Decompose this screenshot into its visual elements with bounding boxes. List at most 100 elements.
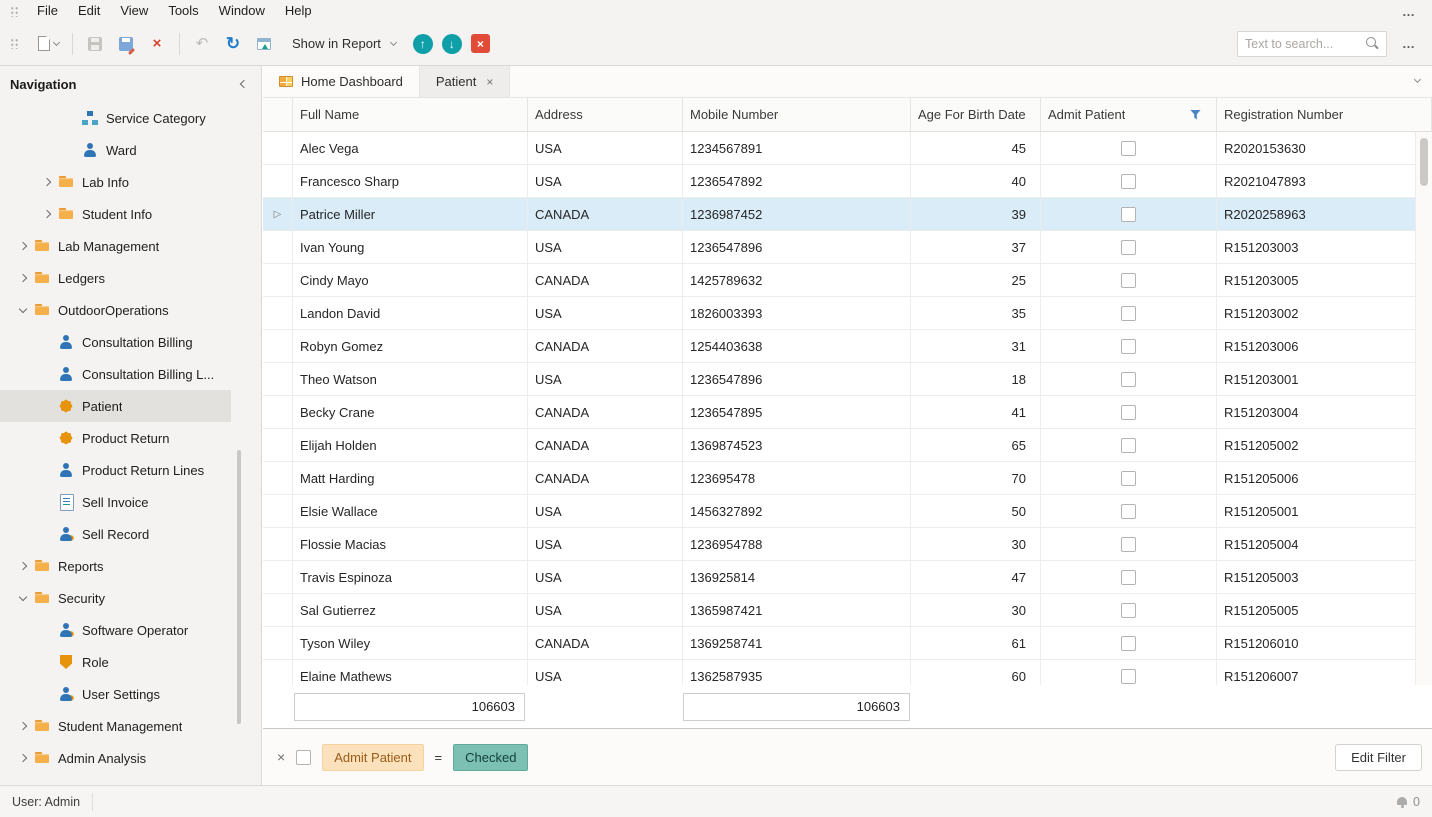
cell-admit-patient[interactable] bbox=[1041, 165, 1217, 197]
cell-age-for-birth-date[interactable]: 25 bbox=[911, 264, 1041, 296]
cell-mobile-number[interactable]: 1425789632 bbox=[683, 264, 911, 296]
cell-address[interactable]: USA bbox=[528, 495, 683, 527]
cell-address[interactable]: CANADA bbox=[528, 198, 683, 230]
sidebar-item-ward[interactable]: Ward bbox=[0, 134, 231, 166]
menu-item-file[interactable]: File bbox=[27, 0, 68, 22]
cell-address[interactable]: CANADA bbox=[528, 429, 683, 461]
cell-address[interactable]: USA bbox=[528, 165, 683, 197]
cell-address[interactable]: USA bbox=[528, 297, 683, 329]
cell-admit-patient[interactable] bbox=[1041, 264, 1217, 296]
table-row[interactable]: Robyn GomezCANADA125440363831R151203006 bbox=[263, 330, 1432, 363]
cell-age-for-birth-date[interactable]: 70 bbox=[911, 462, 1041, 494]
column-header-registration-number[interactable]: Registration Number bbox=[1217, 98, 1432, 131]
cell-mobile-number[interactable]: 136925814 bbox=[683, 561, 911, 593]
cell-age-for-birth-date[interactable]: 47 bbox=[911, 561, 1041, 593]
cell-full-name[interactable]: Elaine Mathews bbox=[293, 660, 528, 685]
search-input[interactable] bbox=[1245, 37, 1361, 51]
filter-value-chip[interactable]: Checked bbox=[453, 744, 528, 771]
cell-admit-patient[interactable] bbox=[1041, 297, 1217, 329]
search-icon[interactable] bbox=[1366, 37, 1379, 50]
admit-patient-checkbox[interactable] bbox=[1121, 669, 1136, 684]
cell-registration-number[interactable]: R151205006 bbox=[1217, 462, 1432, 494]
column-header-mobile-number[interactable]: Mobile Number bbox=[683, 98, 911, 131]
cell-full-name[interactable]: Cindy Mayo bbox=[293, 264, 528, 296]
cell-admit-patient[interactable] bbox=[1041, 594, 1217, 626]
cell-full-name[interactable]: Becky Crane bbox=[293, 396, 528, 428]
nav-scrollbar-thumb[interactable] bbox=[237, 450, 241, 724]
cell-registration-number[interactable]: R2020258963 bbox=[1217, 198, 1432, 230]
cell-address[interactable]: USA bbox=[528, 561, 683, 593]
sidebar-item-admin-analysis[interactable]: Admin Analysis bbox=[0, 742, 231, 774]
column-header-address[interactable]: Address bbox=[528, 98, 683, 131]
table-row[interactable]: Travis EspinozaUSA13692581447R151205003 bbox=[263, 561, 1432, 594]
sidebar-item-product-return[interactable]: Product Return bbox=[0, 422, 231, 454]
admit-patient-checkbox[interactable] bbox=[1121, 273, 1136, 288]
cell-admit-patient[interactable] bbox=[1041, 627, 1217, 659]
sidebar-item-sell-record[interactable]: Sell Record bbox=[0, 518, 231, 550]
cell-registration-number[interactable]: R2020153630 bbox=[1217, 132, 1432, 164]
table-row[interactable]: Becky CraneCANADA123654789541R151203004 bbox=[263, 396, 1432, 429]
chevron-right-icon[interactable] bbox=[12, 723, 34, 729]
grid-scrollbar-thumb[interactable] bbox=[1420, 138, 1428, 186]
move-down-button[interactable]: ↓ bbox=[442, 34, 462, 54]
cell-admit-patient[interactable] bbox=[1041, 330, 1217, 362]
cell-admit-patient[interactable] bbox=[1041, 462, 1217, 494]
cell-registration-number[interactable]: R151203006 bbox=[1217, 330, 1432, 362]
cell-admit-patient[interactable] bbox=[1041, 528, 1217, 560]
column-header-age-for-birth-date[interactable]: Age For Birth Date bbox=[911, 98, 1041, 131]
cell-address[interactable]: USA bbox=[528, 363, 683, 395]
cell-age-for-birth-date[interactable]: 39 bbox=[911, 198, 1041, 230]
table-row[interactable]: Elijah HoldenCANADA136987452365R15120500… bbox=[263, 429, 1432, 462]
filter-field-chip[interactable]: Admit Patient bbox=[322, 744, 423, 771]
sidebar-item-software-operator[interactable]: Software Operator bbox=[0, 614, 231, 646]
cell-registration-number[interactable]: R151206010 bbox=[1217, 627, 1432, 659]
cell-admit-patient[interactable] bbox=[1041, 231, 1217, 263]
save-as-button[interactable] bbox=[115, 30, 137, 58]
menu-item-tools[interactable]: Tools bbox=[158, 0, 208, 22]
admit-patient-checkbox[interactable] bbox=[1121, 471, 1136, 486]
cell-full-name[interactable]: Elsie Wallace bbox=[293, 495, 528, 527]
admit-patient-checkbox[interactable] bbox=[1121, 207, 1136, 222]
table-row[interactable]: Elaine MathewsUSA136258793560R151206007 bbox=[263, 660, 1432, 685]
notification-bell-icon[interactable] bbox=[1396, 796, 1408, 808]
sidebar-item-ledgers[interactable]: Ledgers bbox=[0, 262, 231, 294]
column-header-full-name[interactable]: Full Name bbox=[293, 98, 528, 131]
menu-overflow-button[interactable]: … bbox=[1396, 4, 1422, 19]
cell-registration-number[interactable]: R151203003 bbox=[1217, 231, 1432, 263]
cell-age-for-birth-date[interactable]: 50 bbox=[911, 495, 1041, 527]
admit-patient-checkbox[interactable] bbox=[1121, 339, 1136, 354]
cell-mobile-number[interactable]: 1369874523 bbox=[683, 429, 911, 461]
admit-patient-checkbox[interactable] bbox=[1121, 174, 1136, 189]
sidebar-item-student-info[interactable]: Student Info bbox=[0, 198, 231, 230]
table-row[interactable]: Ivan YoungUSA123654789637R151203003 bbox=[263, 231, 1432, 264]
admit-patient-checkbox[interactable] bbox=[1121, 306, 1136, 321]
menu-item-edit[interactable]: Edit bbox=[68, 0, 110, 22]
cell-age-for-birth-date[interactable]: 60 bbox=[911, 660, 1041, 685]
table-row[interactable]: Theo WatsonUSA123654789618R151203001 bbox=[263, 363, 1432, 396]
chevron-right-icon[interactable] bbox=[12, 243, 34, 249]
cell-address[interactable]: USA bbox=[528, 528, 683, 560]
table-row[interactable]: Landon DavidUSA182600339335R151203002 bbox=[263, 297, 1432, 330]
sidebar-item-patient[interactable]: Patient bbox=[0, 390, 231, 422]
chevron-down-icon[interactable] bbox=[12, 308, 34, 312]
cell-registration-number[interactable]: R151203002 bbox=[1217, 297, 1432, 329]
cell-full-name[interactable]: Sal Gutierrez bbox=[293, 594, 528, 626]
cell-age-for-birth-date[interactable]: 18 bbox=[911, 363, 1041, 395]
sidebar-item-role[interactable]: Role bbox=[0, 646, 231, 678]
chevron-down-icon[interactable] bbox=[12, 596, 34, 600]
cell-mobile-number[interactable]: 1826003393 bbox=[683, 297, 911, 329]
cell-mobile-number[interactable]: 1236954788 bbox=[683, 528, 911, 560]
cell-address[interactable]: CANADA bbox=[528, 264, 683, 296]
menu-item-window[interactable]: Window bbox=[209, 0, 275, 22]
cell-registration-number[interactable]: R151205002 bbox=[1217, 429, 1432, 461]
cell-registration-number[interactable]: R151205004 bbox=[1217, 528, 1432, 560]
menu-grip-icon[interactable] bbox=[10, 6, 19, 17]
save-button[interactable] bbox=[84, 30, 106, 58]
cell-full-name[interactable]: Flossie Macias bbox=[293, 528, 528, 560]
cell-full-name[interactable]: Alec Vega bbox=[293, 132, 528, 164]
admit-patient-checkbox[interactable] bbox=[1121, 372, 1136, 387]
cell-address[interactable]: CANADA bbox=[528, 330, 683, 362]
cell-registration-number[interactable]: R151205001 bbox=[1217, 495, 1432, 527]
cell-admit-patient[interactable] bbox=[1041, 363, 1217, 395]
cell-admit-patient[interactable] bbox=[1041, 396, 1217, 428]
